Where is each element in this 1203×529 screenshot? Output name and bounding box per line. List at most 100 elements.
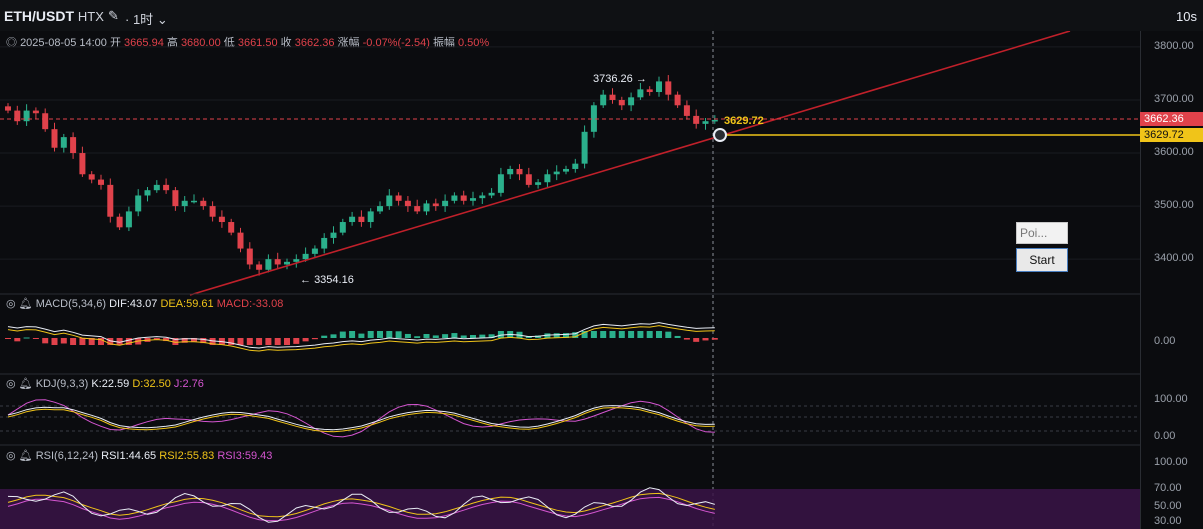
chevron-down-icon: ⌄ bbox=[156, 12, 168, 27]
candle-body[interactable] bbox=[23, 110, 30, 122]
candle-body[interactable] bbox=[674, 94, 681, 106]
candle-body[interactable] bbox=[637, 89, 644, 98]
candle-body[interactable] bbox=[525, 174, 532, 185]
candle-body[interactable] bbox=[414, 206, 421, 212]
macd-bar bbox=[711, 338, 718, 340]
candle-body[interactable] bbox=[423, 203, 430, 212]
macd-bar bbox=[311, 338, 318, 340]
candle-body[interactable] bbox=[404, 200, 411, 207]
candle-body[interactable] bbox=[88, 174, 95, 180]
candle-body[interactable] bbox=[70, 137, 77, 154]
candle-body[interactable] bbox=[163, 184, 170, 191]
macd-bar bbox=[321, 335, 328, 338]
candle-body[interactable] bbox=[665, 81, 672, 95]
trendline[interactable] bbox=[189, 31, 1071, 296]
candle-body[interactable] bbox=[702, 121, 709, 124]
alert-icon[interactable]: 🔔︎ bbox=[19, 450, 33, 462]
candle-body[interactable] bbox=[135, 195, 142, 212]
candle-body[interactable] bbox=[535, 182, 542, 185]
candle-body[interactable] bbox=[172, 190, 179, 207]
candle-body[interactable] bbox=[488, 192, 495, 196]
candle-body[interactable] bbox=[125, 211, 132, 228]
timeframe-select[interactable]: · 1时 ⌄ bbox=[125, 9, 168, 28]
alert-icon[interactable]: 🔔︎ bbox=[19, 298, 33, 310]
candle-body[interactable] bbox=[330, 232, 337, 238]
candle-body[interactable] bbox=[497, 174, 504, 193]
candle-body[interactable] bbox=[516, 168, 523, 175]
visibility-icon[interactable]: ◎ bbox=[6, 378, 16, 390]
candle-body[interactable] bbox=[191, 200, 197, 203]
candle-body[interactable] bbox=[32, 110, 39, 114]
start-button[interactable]: Start bbox=[1016, 248, 1068, 272]
candle-body[interactable] bbox=[200, 200, 207, 207]
candle-body[interactable] bbox=[479, 195, 486, 199]
candle-body[interactable] bbox=[507, 168, 514, 175]
candle-body[interactable] bbox=[311, 248, 318, 254]
macd-bar bbox=[693, 338, 700, 342]
candle-body[interactable] bbox=[209, 206, 216, 217]
candle-body[interactable] bbox=[98, 179, 104, 185]
candle-body[interactable] bbox=[628, 97, 635, 106]
symbol-title[interactable]: ETH/USDT HTX bbox=[4, 8, 104, 24]
candle-body[interactable] bbox=[656, 81, 662, 93]
candle-body[interactable] bbox=[153, 184, 160, 191]
candle-body[interactable] bbox=[256, 264, 263, 270]
candle-body[interactable] bbox=[572, 163, 579, 169]
candle-body[interactable] bbox=[302, 253, 309, 260]
candle-body[interactable] bbox=[181, 200, 188, 207]
candle-body[interactable] bbox=[51, 129, 58, 148]
candle-body[interactable] bbox=[265, 259, 272, 270]
candle-body[interactable] bbox=[237, 232, 244, 249]
candle-body[interactable] bbox=[646, 89, 653, 93]
candle-body[interactable] bbox=[339, 222, 346, 233]
alert-icon[interactable]: 🔔︎ bbox=[19, 378, 33, 390]
candle-body[interactable] bbox=[79, 153, 86, 175]
candle-body[interactable] bbox=[395, 195, 402, 201]
candle-body[interactable] bbox=[618, 99, 625, 106]
candle-body[interactable] bbox=[5, 106, 11, 111]
candle-body[interactable] bbox=[358, 216, 365, 223]
refresh-interval[interactable]: 10s bbox=[1176, 9, 1197, 24]
trading-chart-window: ETH/USDT HTX ✎ · 1时 ⌄ 10s ◎ 2025-08-05 1… bbox=[0, 0, 1203, 529]
candle-body[interactable] bbox=[386, 195, 393, 207]
candle-body[interactable] bbox=[321, 237, 328, 249]
candle-body[interactable] bbox=[460, 195, 467, 201]
candle-body[interactable] bbox=[14, 110, 21, 122]
candle-body[interactable] bbox=[274, 259, 281, 265]
candle-body[interactable] bbox=[544, 174, 551, 183]
visibility-icon[interactable]: ◎ bbox=[6, 298, 16, 310]
candle-body[interactable] bbox=[144, 190, 151, 196]
candle-body[interactable] bbox=[367, 211, 374, 223]
candle-body[interactable] bbox=[246, 248, 253, 265]
candle-body[interactable] bbox=[693, 115, 700, 124]
candle-body[interactable] bbox=[42, 113, 49, 130]
candle-body[interactable] bbox=[432, 203, 439, 207]
macd-bar bbox=[702, 338, 709, 341]
candle-body[interactable] bbox=[228, 222, 235, 233]
candle-body[interactable] bbox=[683, 105, 690, 116]
point-input[interactable]: Poi... bbox=[1016, 222, 1068, 244]
macd-bar bbox=[330, 334, 337, 338]
candle-body[interactable] bbox=[470, 198, 476, 201]
macd-bar bbox=[646, 331, 653, 338]
candle-body[interactable] bbox=[349, 216, 356, 223]
candle-body[interactable] bbox=[553, 171, 560, 175]
candle-body[interactable] bbox=[107, 184, 114, 217]
candle-body[interactable] bbox=[442, 200, 449, 207]
candle-body[interactable] bbox=[600, 94, 607, 106]
macd-bar bbox=[265, 338, 272, 345]
candle-body[interactable] bbox=[563, 168, 569, 172]
candle-body[interactable] bbox=[60, 137, 67, 148]
candle-body[interactable] bbox=[218, 216, 225, 223]
candle-body[interactable] bbox=[581, 131, 588, 164]
visibility-icon[interactable]: ◎ bbox=[6, 450, 16, 462]
candle-body[interactable] bbox=[609, 94, 616, 100]
edit-icon[interactable]: ✎ bbox=[108, 8, 119, 24]
candle-body[interactable] bbox=[116, 216, 123, 228]
candle-body[interactable] bbox=[293, 259, 300, 262]
candle-body[interactable] bbox=[451, 195, 458, 201]
price-axis[interactable] bbox=[1140, 31, 1203, 529]
candle-body[interactable] bbox=[377, 206, 383, 212]
crosshair-point[interactable] bbox=[713, 128, 727, 142]
candle-body[interactable] bbox=[284, 261, 290, 265]
